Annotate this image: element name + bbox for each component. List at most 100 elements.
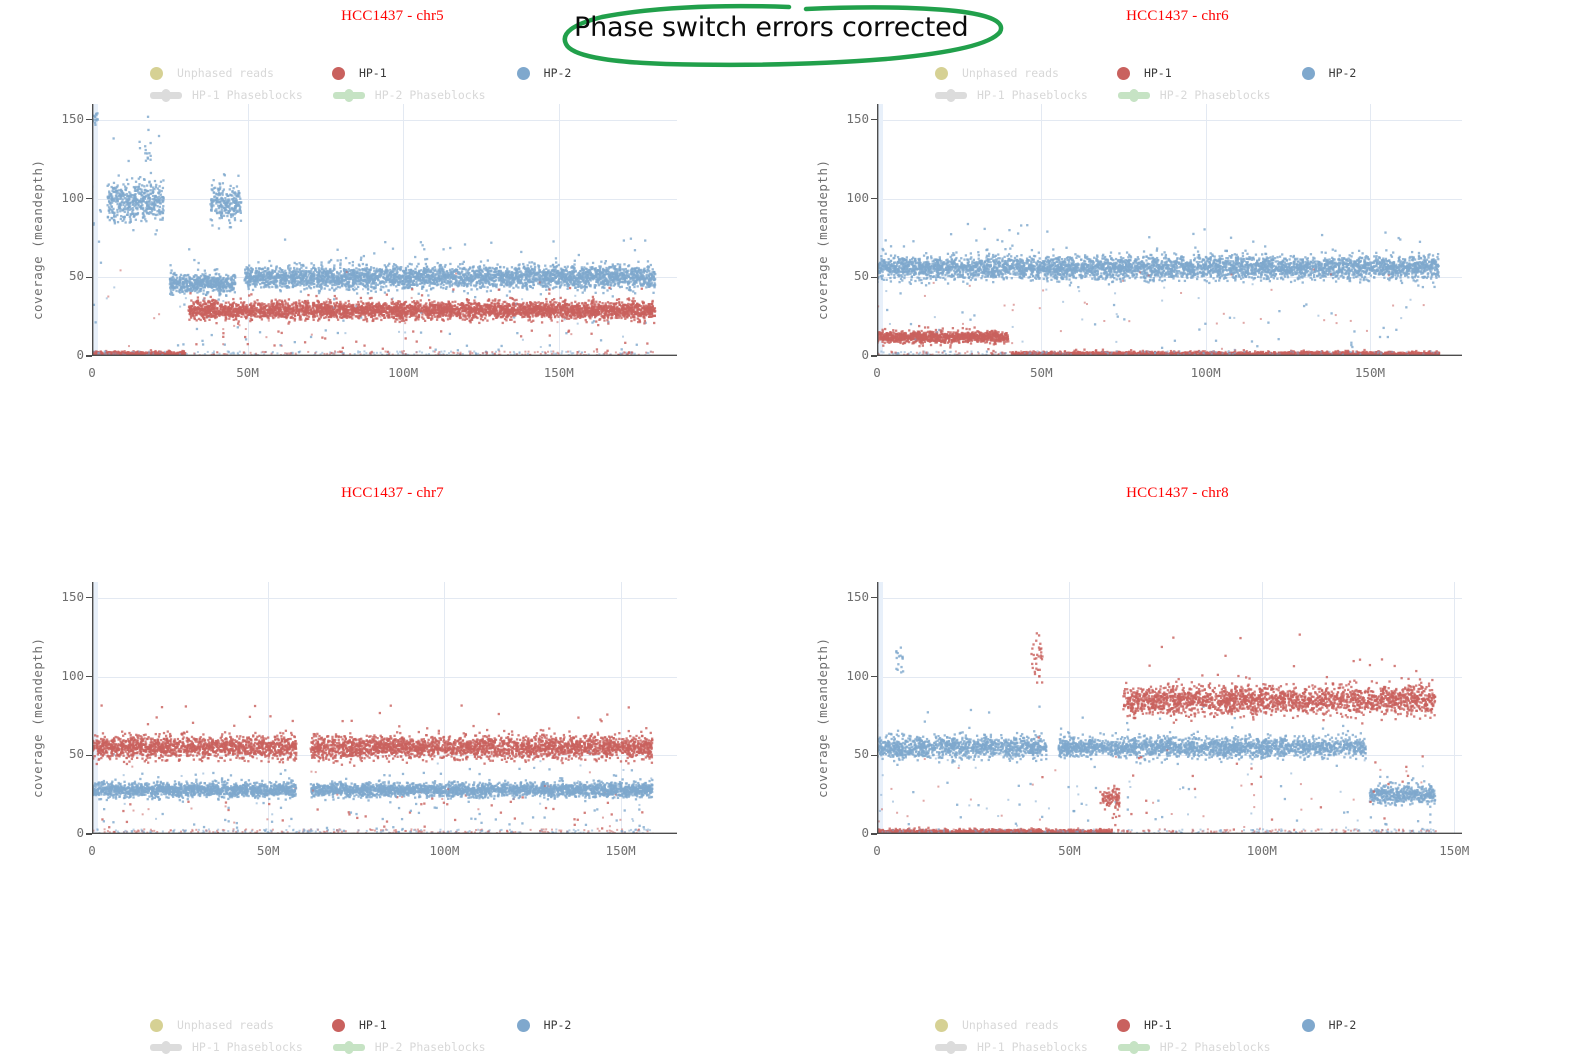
scatter-canvas-chr5	[92, 104, 677, 356]
x-tick-label: 50M	[236, 365, 259, 380]
y-tick-label: 0	[76, 347, 84, 362]
y-tick-label: 0	[861, 825, 869, 840]
legend-item-hp2[interactable]: HP-2	[1301, 62, 1356, 84]
legend-item-hp1-phaseblocks[interactable]: HP-1 Phaseblocks	[935, 1036, 1088, 1058]
legend-label-hp1: HP-1	[1143, 1018, 1172, 1032]
panel-chr6: HCC1437 - chr6 Unphased reads HP-1 HP-2	[785, 0, 1570, 475]
annotation-text: Phase switch errors corrected	[574, 12, 969, 43]
handdrawn-annotation: Phase switch errors corrected	[556, 3, 1012, 68]
legend-label-hp1: HP-1	[358, 1018, 387, 1032]
hp1-phaseblock-bar-icon	[150, 88, 182, 102]
x-tick-label: 0	[873, 843, 881, 858]
hp1-phaseblock-bar-icon	[935, 1040, 967, 1054]
plot-area-chr8[interactable]	[877, 582, 1462, 834]
hp2-phaseblock-bar-icon	[1117, 88, 1150, 102]
y-tick-mark	[86, 355, 92, 357]
legend-item-hp1[interactable]: HP-1	[331, 62, 387, 84]
y-tick-mark	[871, 119, 877, 121]
legend-item-hp2-phaseblocks[interactable]: HP-2 Phaseblocks	[1117, 84, 1271, 106]
y-tick-label: 50	[68, 746, 84, 762]
hp2-dot-icon	[516, 66, 530, 80]
hp2-dot-icon	[1301, 66, 1315, 80]
legend-item-hp2-phaseblocks[interactable]: HP-2 Phaseblocks	[332, 1036, 486, 1058]
unphased-dot-icon	[150, 66, 163, 80]
legend-item-hp2[interactable]: HP-2	[1301, 1014, 1357, 1036]
hp2-dot-icon	[1301, 1018, 1315, 1032]
plot-area-chr7[interactable]	[92, 582, 677, 834]
x-tick-label: 150M	[543, 365, 574, 380]
legend-chr6: Unphased reads HP-1 HP-2 HP-1 Phaseblock…	[935, 62, 1540, 106]
unphased-dot-icon	[935, 1018, 948, 1032]
plot-area-chr6[interactable]	[877, 104, 1462, 356]
legend-item-unphased[interactable]: Unphased reads	[935, 1014, 1059, 1036]
legend-label-hp2: HP-2	[543, 1018, 572, 1032]
y-tick-label: 50	[853, 746, 869, 762]
legend-chr8: Unphased reads HP-1 HP-2 HP-1 Phaseblock…	[935, 1014, 1540, 1058]
x-tick-label: 100M	[1246, 843, 1277, 858]
legend-item-hp1[interactable]: HP-1	[1116, 62, 1172, 84]
panel-title-chr7: HCC1437 - chr7	[341, 485, 444, 501]
panel-grid: HCC1437 - chr5 Unphased reads HP-1 HP-2	[0, 0, 1570, 1054]
y-tick-mark	[86, 276, 92, 278]
legend-item-hp1-phaseblocks[interactable]: HP-1 Phaseblocks	[150, 84, 303, 106]
x-tick-label: 100M	[429, 843, 460, 858]
y-tick-mark	[86, 119, 92, 121]
x-tick-label: 50M	[1030, 365, 1053, 380]
y-tick-label: 100	[846, 667, 869, 683]
legend-item-unphased[interactable]: Unphased reads	[150, 1014, 274, 1036]
panel-chr7: HCC1437 - chr7 Unphased reads HP-1 HP-2	[0, 475, 785, 1054]
legend-label-hp2-phaseblocks: HP-2 Phaseblocks	[374, 88, 486, 102]
legend-label-hp1: HP-1	[358, 66, 387, 80]
hp1-phaseblock-bar-icon	[935, 88, 967, 102]
y-tick-label: 150	[61, 588, 84, 604]
hp1-phaseblock-bar-icon	[150, 1040, 182, 1054]
hp2-dot-icon	[516, 1018, 530, 1032]
y-tick-mark	[871, 197, 877, 200]
y-tick-mark	[86, 833, 92, 835]
legend-label-hp2: HP-2	[1328, 1018, 1357, 1032]
legend-item-hp1-phaseblocks[interactable]: HP-1 Phaseblocks	[935, 84, 1088, 106]
legend-item-unphased[interactable]: Unphased reads	[150, 62, 274, 84]
legend-chr5: Unphased reads HP-1 HP-2 HP-1 Phaseblock…	[150, 62, 755, 106]
plot-area-chr5[interactable]	[92, 104, 677, 356]
y-axis-label-chr5: coverage (meandepth)	[30, 159, 45, 320]
hp1-dot-icon	[1116, 1018, 1130, 1032]
legend-label-hp1-phaseblocks: HP-1 Phaseblocks	[192, 1040, 303, 1054]
x-tick-label: 150M	[1439, 843, 1470, 858]
legend-item-hp1[interactable]: HP-1	[1116, 1014, 1172, 1036]
legend-label-hp2-phaseblocks: HP-2 Phaseblocks	[1159, 1040, 1271, 1054]
y-tick-label: 100	[61, 189, 84, 205]
legend-item-hp1[interactable]: HP-1	[331, 1014, 387, 1036]
x-tick-label: 150M	[1354, 365, 1386, 380]
y-tick-mark	[86, 597, 92, 599]
y-tick-mark	[86, 197, 92, 200]
y-tick-mark	[871, 833, 877, 835]
x-tick-label: 0	[873, 365, 881, 380]
x-tick-label: 50M	[1058, 843, 1081, 858]
hp2-phaseblock-bar-icon	[332, 1040, 365, 1054]
legend-label-hp1-phaseblocks: HP-1 Phaseblocks	[192, 88, 303, 102]
hp1-dot-icon	[331, 66, 345, 80]
legend-item-hp2[interactable]: HP-2	[516, 1014, 572, 1036]
panel-title-chr8: HCC1437 - chr8	[1126, 485, 1229, 501]
legend-item-hp2-phaseblocks[interactable]: HP-2 Phaseblocks	[332, 84, 486, 106]
y-tick-label: 150	[846, 110, 869, 126]
y-tick-label: 150	[846, 588, 869, 604]
legend-item-hp2-phaseblocks[interactable]: HP-2 Phaseblocks	[1117, 1036, 1271, 1058]
legend-item-hp1-phaseblocks[interactable]: HP-1 Phaseblocks	[150, 1036, 303, 1058]
x-tick-label: 100M	[1190, 365, 1221, 380]
y-tick-label: 0	[861, 347, 869, 362]
legend-label-hp1-phaseblocks: HP-1 Phaseblocks	[977, 88, 1088, 102]
x-tick-label: 150M	[605, 843, 636, 858]
y-axis-label-chr8: coverage (meandepth)	[815, 637, 830, 798]
legend-label-hp1: HP-1	[1143, 66, 1172, 80]
legend-label-hp1-phaseblocks: HP-1 Phaseblocks	[977, 1040, 1088, 1054]
x-tick-label: 50M	[256, 843, 280, 858]
legend-label-unphased: Unphased reads	[177, 1018, 274, 1032]
legend-label-hp2-phaseblocks: HP-2 Phaseblocks	[374, 1040, 486, 1054]
y-tick-mark	[871, 355, 877, 357]
panel-chr5: HCC1437 - chr5 Unphased reads HP-1 HP-2	[0, 0, 785, 475]
x-tick-label: 100M	[388, 365, 419, 380]
y-tick-mark	[86, 675, 92, 678]
y-tick-mark	[871, 675, 877, 678]
